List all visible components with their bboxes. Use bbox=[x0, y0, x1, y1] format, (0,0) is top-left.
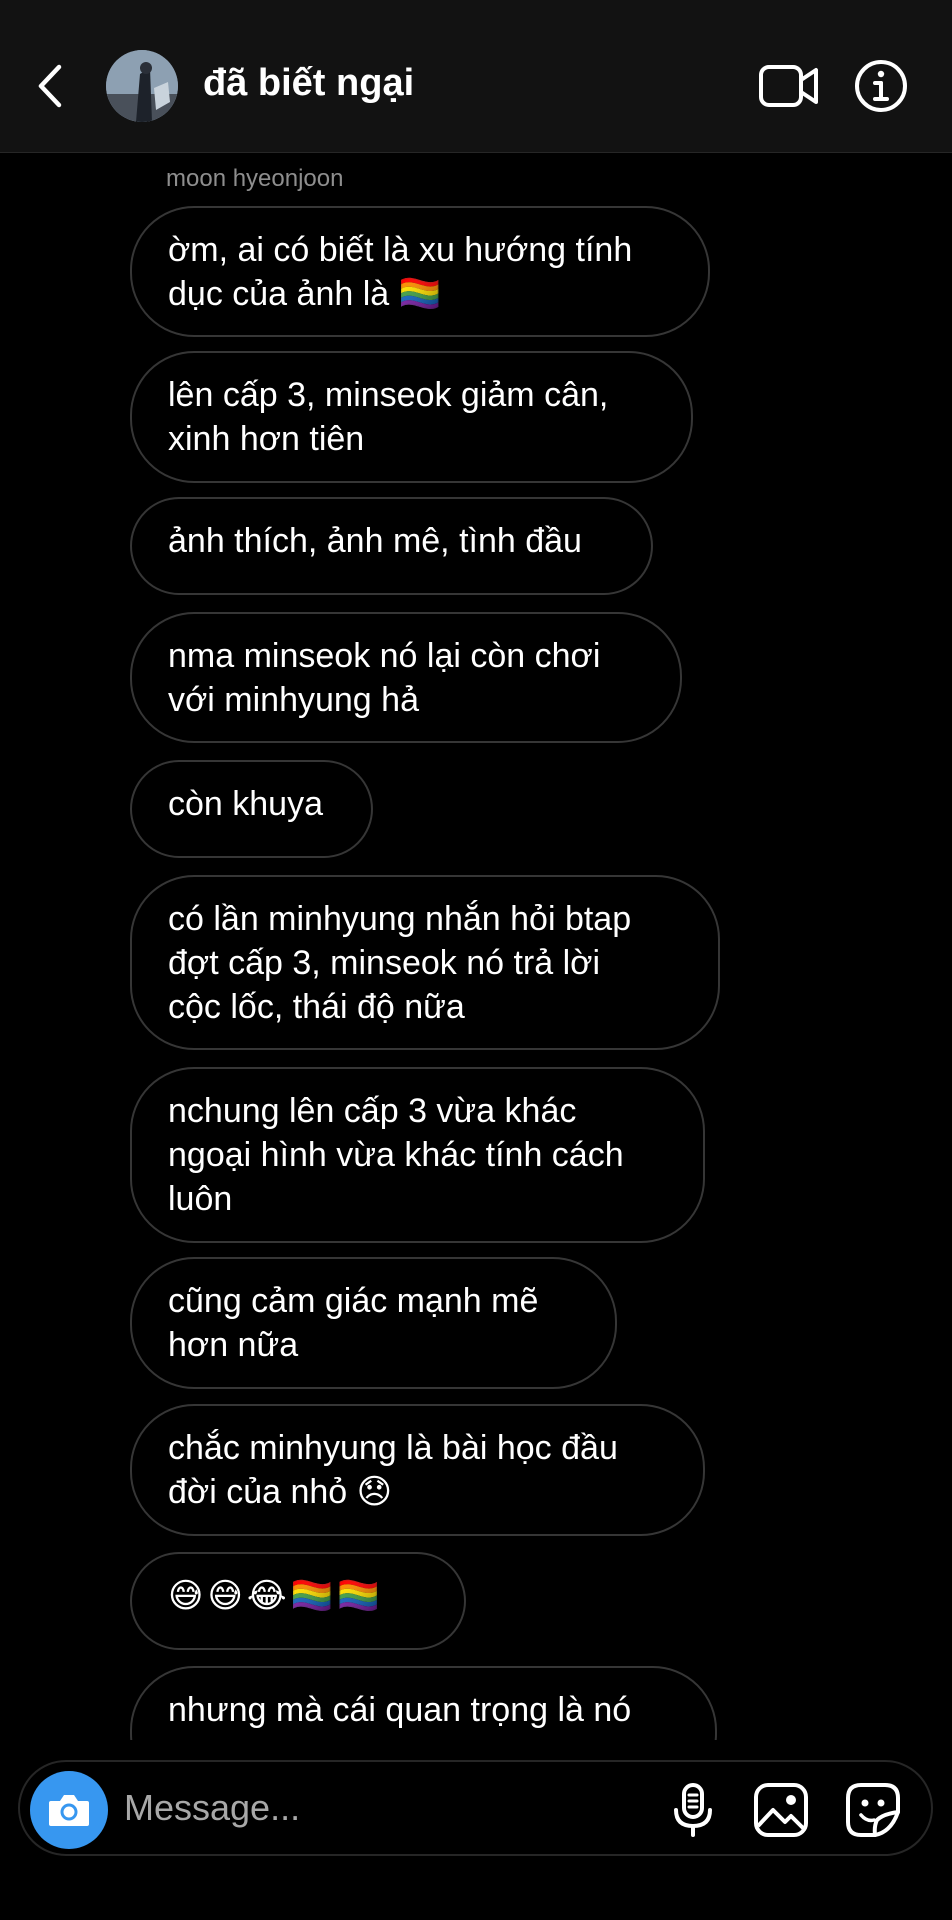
message-bubble[interactable]: lên cấp 3, minseok giảm cân, xinh hơn ti… bbox=[130, 351, 693, 483]
message-list[interactable]: moon hyeonjoon ờm, ai có biết là xu hướn… bbox=[0, 153, 952, 1740]
message-bubble[interactable]: nhưng mà cái quan trọng là nó bbox=[130, 1666, 717, 1740]
back-button[interactable] bbox=[30, 58, 70, 114]
message-bubble[interactable]: còn khuya bbox=[130, 760, 373, 858]
camera-button[interactable] bbox=[30, 1771, 108, 1849]
message-bubble[interactable]: chắc minhyung là bài học đầu đời của nhỏ… bbox=[130, 1404, 705, 1536]
message-bubble[interactable]: nma minseok nó lại còn chơi với minhyung… bbox=[130, 612, 682, 743]
sticker-icon bbox=[846, 1783, 900, 1837]
message-bubble[interactable]: có lần minhyung nhắn hỏi btap đợt cấp 3,… bbox=[130, 875, 720, 1050]
video-camera-icon bbox=[759, 65, 818, 107]
message-bubble[interactable]: 😅😅😂🏳️‍🌈🏳️‍🌈 bbox=[130, 1552, 466, 1650]
camera-icon bbox=[49, 1795, 89, 1826]
avatar-photo bbox=[106, 50, 178, 122]
thread-header: đã biết ngại bbox=[0, 0, 952, 153]
message-composer bbox=[18, 1760, 933, 1856]
thread-title[interactable]: đã biết ngại bbox=[203, 62, 414, 105]
gallery-button[interactable] bbox=[751, 1780, 811, 1840]
message-bubble[interactable]: ờm, ai có biết là xu hướng tính dục của … bbox=[130, 206, 710, 337]
video-call-button[interactable] bbox=[758, 60, 820, 112]
avatar[interactable] bbox=[106, 50, 178, 122]
message-bubble[interactable]: cũng cảm giác mạnh mẽ hơn nữa bbox=[130, 1257, 617, 1389]
microphone-icon bbox=[674, 1783, 712, 1837]
chevron-left-icon bbox=[38, 64, 62, 108]
sticker-button[interactable] bbox=[843, 1780, 903, 1840]
message-input[interactable] bbox=[124, 1782, 544, 1834]
sender-name: moon hyeonjoon bbox=[166, 165, 344, 192]
microphone-button[interactable] bbox=[663, 1780, 723, 1840]
info-icon bbox=[855, 60, 907, 112]
message-bubble[interactable]: nchung lên cấp 3 vừa khác ngoại hình vừa… bbox=[130, 1067, 705, 1243]
message-bubble[interactable]: ảnh thích, ảnh mê, tình đầu bbox=[130, 497, 653, 595]
image-icon bbox=[754, 1783, 808, 1837]
info-button[interactable] bbox=[853, 58, 909, 114]
